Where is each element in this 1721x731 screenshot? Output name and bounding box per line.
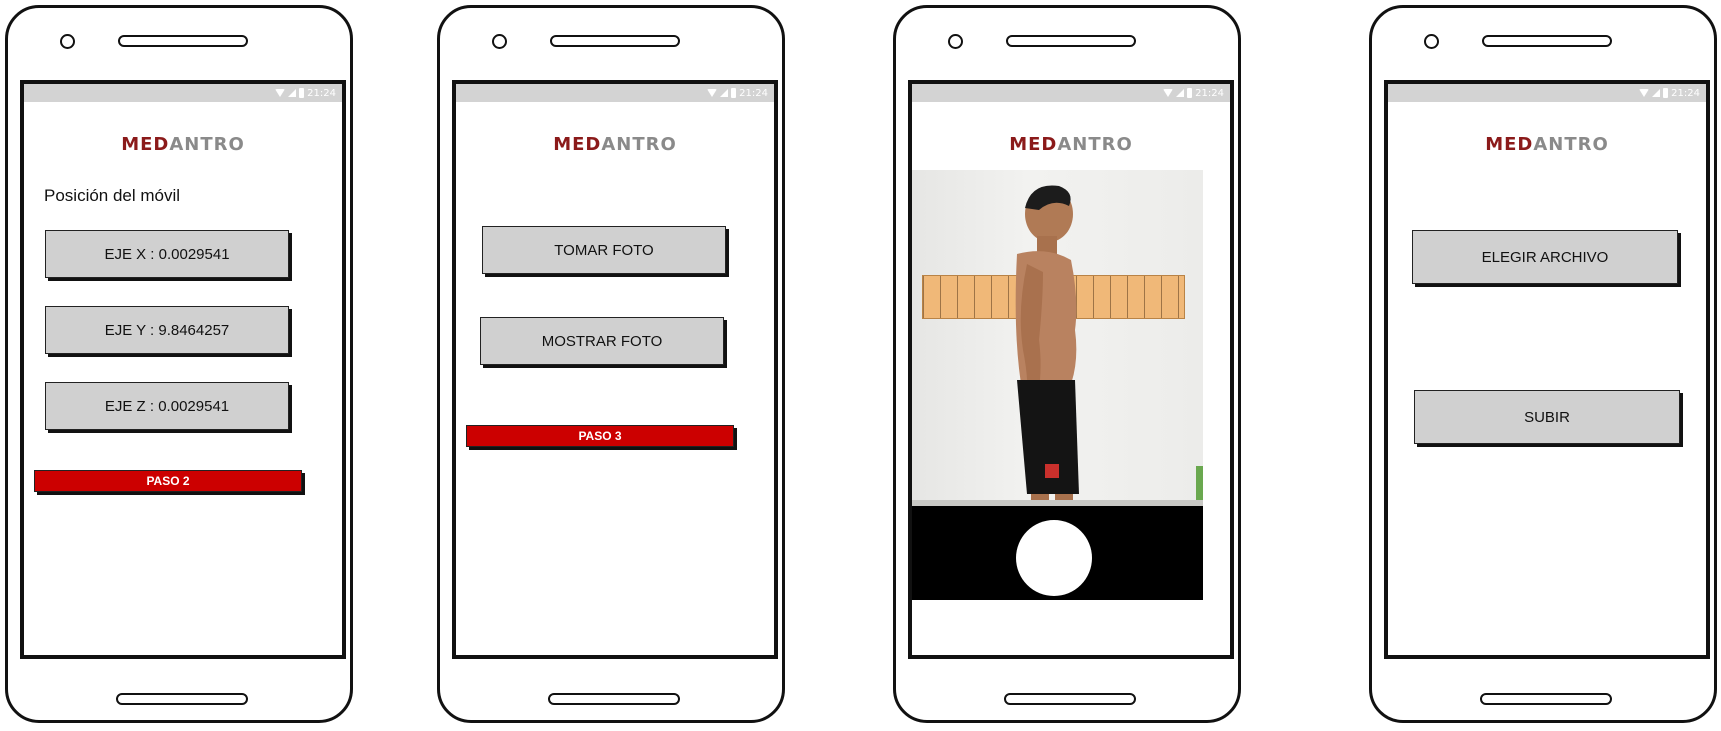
signal-icon [1176,89,1185,97]
logo-left: MED [121,134,170,155]
status-time: 21:24 [307,87,336,99]
wifi-icon [707,89,718,97]
logo-right: ANTRO [601,134,677,155]
phone-frame-4: 21:24 MEDANTRO ELEGIR ARCHIVO SUBIR [1369,5,1717,723]
home-bar-icon [116,693,248,705]
step-2-button[interactable]: PASO 2 [34,470,302,492]
app-logo: MEDANTRO [912,134,1230,155]
person-silhouette [1015,185,1079,506]
take-photo-button[interactable]: TOMAR FOTO [482,226,726,274]
wifi-icon [1639,89,1650,97]
phone-frame-1: 21:24 MEDANTRO Posición del móvil EJE X … [5,5,353,723]
show-photo-button[interactable]: MOSTRAR FOTO [480,317,724,365]
axis-y-button[interactable]: EJE Y : 9.8464257 [45,306,289,354]
app-logo: MEDANTRO [24,134,342,155]
wifi-icon [1163,89,1174,97]
front-camera-icon [492,34,507,49]
signal-icon [720,89,729,97]
battery-icon [1663,88,1669,98]
signal-icon [288,89,297,97]
axis-x-button[interactable]: EJE X : 0.0029541 [45,230,289,278]
speaker-icon [1006,35,1136,47]
screen-upload: 21:24 MEDANTRO ELEGIR ARCHIVO SUBIR [1384,80,1710,659]
camera-preview-photo [912,170,1203,506]
battery-icon [731,88,737,98]
status-bar: 21:24 [912,84,1230,102]
app-logo: MEDANTRO [1388,134,1706,155]
phone-frame-2: 21:24 MEDANTRO TOMAR FOTO MOSTRAR FOTO P… [437,5,785,723]
status-time: 21:24 [1195,87,1224,99]
logo-left: MED [553,134,602,155]
status-time: 21:24 [1671,87,1700,99]
status-bar: 21:24 [1388,84,1706,102]
upload-button[interactable]: SUBIR [1414,390,1680,444]
front-camera-icon [60,34,75,49]
logo-right: ANTRO [1533,134,1609,155]
speaker-icon [550,35,680,47]
front-camera-icon [1424,34,1439,49]
phone-frame-3: 21:24 MEDANTRO [893,5,1241,723]
home-bar-icon [1480,693,1612,705]
wifi-icon [275,89,286,97]
speaker-icon [118,35,248,47]
screen-camera: 21:24 MEDANTRO [908,80,1234,659]
home-bar-icon [548,693,680,705]
step-3-button[interactable]: PASO 3 [466,425,734,447]
battery-icon [299,88,305,98]
logo-right: ANTRO [1057,134,1133,155]
speaker-icon [1482,35,1612,47]
signal-icon [1652,89,1661,97]
status-time: 21:24 [739,87,768,99]
camera-controls [912,506,1203,600]
screen-photo-menu: 21:24 MEDANTRO TOMAR FOTO MOSTRAR FOTO P… [452,80,778,659]
home-bar-icon [1004,693,1136,705]
axis-z-button[interactable]: EJE Z : 0.0029541 [45,382,289,430]
battery-icon [1187,88,1193,98]
screen-position: 21:24 MEDANTRO Posición del móvil EJE X … [20,80,346,659]
status-bar: 21:24 [24,84,342,102]
front-camera-icon [948,34,963,49]
choose-file-button[interactable]: ELEGIR ARCHIVO [1412,230,1678,284]
logo-right: ANTRO [169,134,245,155]
logo-left: MED [1009,134,1058,155]
logo-left: MED [1485,134,1534,155]
app-logo: MEDANTRO [456,134,774,155]
shutter-button-icon[interactable] [1016,520,1092,596]
page-title: Posición del móvil [44,186,181,205]
status-bar: 21:24 [456,84,774,102]
